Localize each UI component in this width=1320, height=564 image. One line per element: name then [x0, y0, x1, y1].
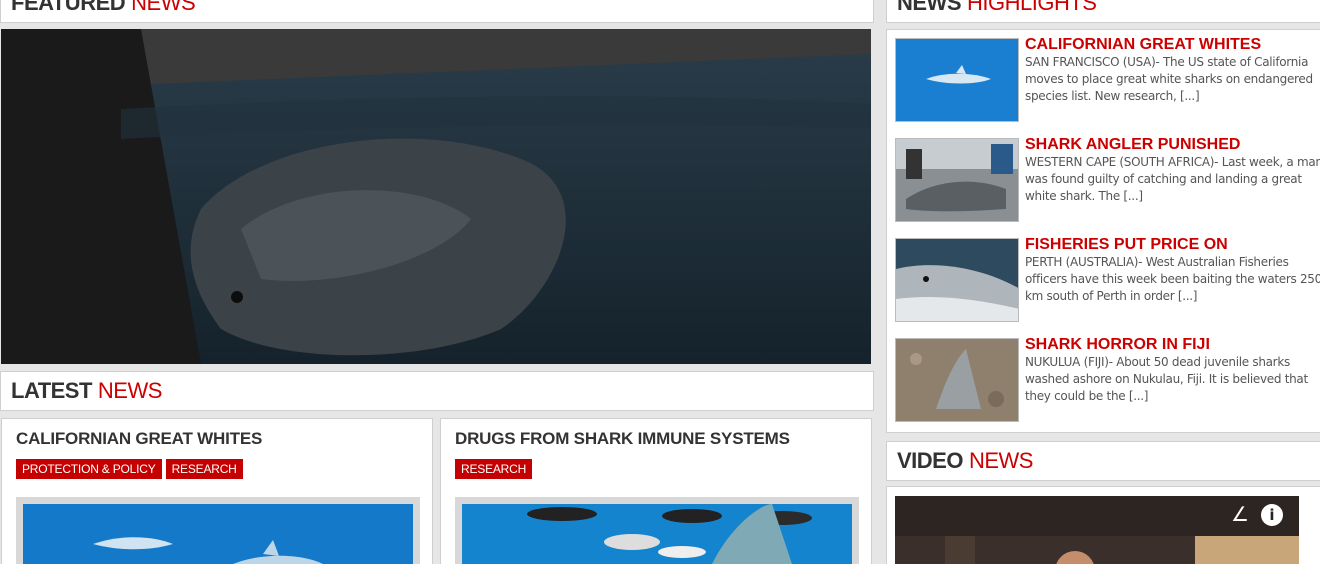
info-icon[interactable]: i — [1261, 504, 1283, 526]
featured-title-red: NEWS — [131, 0, 196, 15]
latest-title-bold: LATEST — [11, 378, 92, 403]
shark-angler-thumb — [896, 139, 1018, 221]
video-title-bold: VIDEO — [897, 448, 963, 473]
tag-research[interactable]: RESEARCH — [165, 459, 243, 479]
tag-protection-policy[interactable]: PROTECTION & POLICY — [16, 459, 162, 479]
card-image[interactable] — [16, 497, 420, 564]
featured-image[interactable] — [1, 29, 871, 364]
featured-shark-photo — [1, 29, 871, 364]
highlight-thumbnail[interactable] — [895, 38, 1019, 122]
latest-card[interactable]: CALIFORNIAN GREAT WHITES PROTECTION & PO… — [1, 418, 433, 564]
highlight-title[interactable]: SHARK HORROR IN FIJI — [1025, 336, 1320, 354]
featured-news-header: FEATURED NEWS — [0, 0, 874, 23]
highlight-item[interactable]: SHARK ANGLER PUNISHED WESTERN CAPE (SOUT… — [895, 130, 1320, 222]
highlight-item[interactable]: SHARK HORROR IN FIJI NUKULUA (FIJI)- Abo… — [895, 330, 1320, 422]
highlight-item[interactable]: FISHERIES PUT PRICE ON PERTH (AUSTRALIA)… — [895, 230, 1320, 322]
highlight-summary: SAN FRANCISCO (USA)- The US state of Cal… — [1025, 55, 1313, 103]
card-tags: PROTECTION & POLICY RESEARCH — [16, 459, 243, 479]
card-fish-photo — [462, 504, 852, 564]
highlight-summary: PERTH (AUSTRALIA)- West Australian Fishe… — [1025, 255, 1320, 303]
highlights-title-red: HIGHLIGHTS — [967, 0, 1097, 15]
card-shark-photo — [23, 504, 413, 564]
shark-underwater-thumb — [896, 39, 1018, 121]
highlight-summary: NUKULUA (FIJI)- About 50 dead juvenile s… — [1025, 355, 1308, 403]
card-image[interactable] — [455, 497, 859, 564]
card-tags: RESEARCH — [455, 459, 533, 479]
highlights-title-bold: NEWS — [897, 0, 962, 15]
highlight-title[interactable]: SHARK ANGLER PUNISHED — [1025, 136, 1320, 154]
highlight-thumbnail[interactable] — [895, 238, 1019, 322]
video-title-red: NEWS — [968, 448, 1034, 473]
card-title[interactable]: CALIFORNIAN GREAT WHITES — [16, 428, 416, 450]
share-icon[interactable]: ∠ — [1231, 504, 1249, 524]
highlight-item[interactable]: CALIFORNIAN GREAT WHITES SAN FRANCISCO (… — [895, 30, 1320, 122]
highlight-title[interactable]: FISHERIES PUT PRICE ON — [1025, 236, 1320, 254]
latest-news-header: LATEST NEWS — [0, 371, 874, 411]
news-highlights-panel: CALIFORNIAN GREAT WHITES SAN FRANCISCO (… — [886, 29, 1320, 433]
video-news-header: VIDEO NEWS — [886, 441, 1320, 481]
news-highlights-header: NEWS HIGHLIGHTS — [886, 0, 1320, 23]
latest-card[interactable]: DRUGS FROM SHARK IMMUNE SYSTEMS RESEARCH — [440, 418, 872, 564]
highlight-title[interactable]: CALIFORNIAN GREAT WHITES — [1025, 36, 1320, 54]
featured-title-bold: FEATURED — [11, 0, 126, 15]
video-news-panel: ∠ i — [886, 486, 1320, 564]
tag-research[interactable]: RESEARCH — [455, 459, 533, 479]
latest-title-red: NEWS — [97, 378, 163, 403]
shark-closeup-thumb — [896, 239, 1018, 321]
highlight-summary: WESTERN CAPE (SOUTH AFRICA)- Last week, … — [1025, 155, 1320, 203]
highlight-thumbnail[interactable] — [895, 138, 1019, 222]
dead-shark-thumb — [896, 339, 1018, 421]
video-player[interactable]: ∠ i — [895, 496, 1299, 564]
card-title[interactable]: DRUGS FROM SHARK IMMUNE SYSTEMS — [455, 428, 855, 450]
highlight-thumbnail[interactable] — [895, 338, 1019, 422]
